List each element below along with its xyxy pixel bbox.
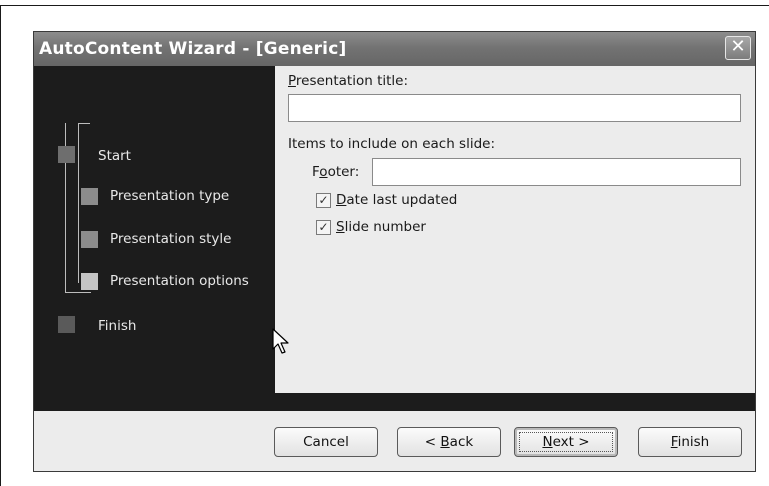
step-finish-marker	[58, 316, 75, 333]
button-bar: Cancel < Back Next > Finish	[34, 411, 755, 471]
step-label: Finish	[98, 318, 137, 334]
back-button[interactable]: < Back	[397, 427, 501, 457]
cancel-button[interactable]: Cancel	[274, 427, 378, 457]
wizard-window: AutoContent Wizard - [Generic] ✕ Start P…	[33, 31, 756, 472]
date-last-updated-label[interactable]: Date last updated	[336, 192, 457, 208]
mouse-pointer-icon	[272, 328, 289, 354]
page-frame-top	[0, 5, 769, 6]
presentation-title-label: Presentation title:	[288, 73, 409, 89]
footer-label: Footer:	[312, 164, 360, 180]
step-connector-line	[78, 123, 79, 283]
page-frame-left	[0, 5, 1, 486]
close-button[interactable]: ✕	[725, 36, 751, 60]
step-label: Presentation type	[110, 188, 230, 204]
slide-number-checkbox[interactable]: ✓	[316, 220, 331, 235]
close-icon: ✕	[730, 36, 746, 57]
date-last-updated-checkbox[interactable]: ✓	[316, 193, 331, 208]
step-connector-line	[78, 123, 90, 124]
slide-number-label[interactable]: Slide number	[336, 219, 426, 235]
checkmark-icon: ✓	[318, 193, 329, 207]
finish-button[interactable]: Finish	[638, 427, 742, 457]
step-label: Presentation options	[110, 273, 249, 289]
presentation-title-input[interactable]	[288, 94, 741, 122]
step-start-marker	[58, 146, 75, 163]
window-title: AutoContent Wizard - [Generic]	[39, 39, 347, 59]
checkmark-icon: ✓	[318, 220, 329, 234]
step-connector-line	[65, 292, 91, 293]
step-options-marker	[81, 273, 98, 290]
step-type-marker	[81, 188, 98, 205]
title-bar[interactable]: AutoContent Wizard - [Generic] ✕	[34, 32, 755, 66]
divider-strip	[34, 393, 755, 411]
options-pane: Presentation title: Items to include on …	[275, 66, 755, 393]
wizard-steps-panel: Start Presentation type Presentation sty…	[34, 66, 274, 411]
items-label: Items to include on each slide:	[288, 136, 496, 152]
next-button[interactable]: Next >	[514, 427, 618, 457]
step-style-marker	[81, 231, 98, 248]
step-label: Presentation style	[110, 231, 232, 247]
step-label: Start	[98, 148, 131, 164]
footer-input[interactable]	[372, 158, 741, 186]
